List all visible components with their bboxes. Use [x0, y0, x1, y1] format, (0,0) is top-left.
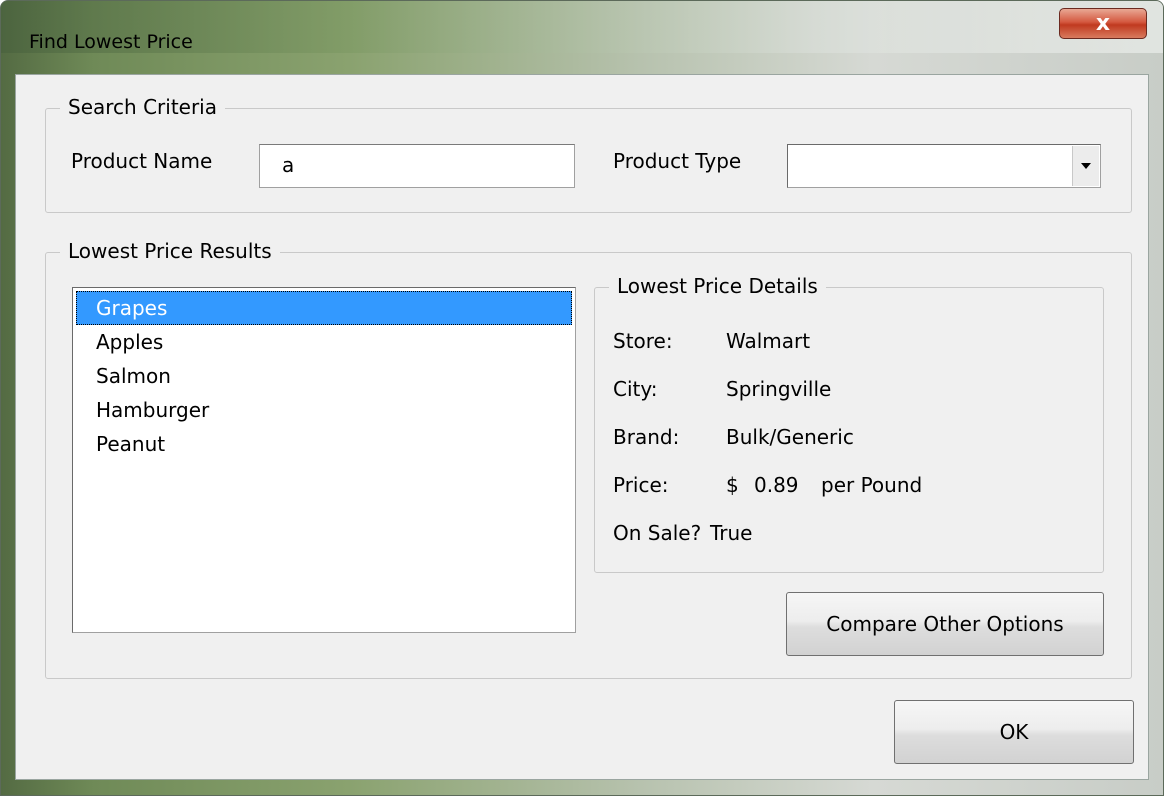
chevron-down-icon: [1081, 163, 1091, 169]
on-sale-value: True: [710, 521, 753, 545]
list-item[interactable]: Grapes: [76, 291, 572, 325]
list-item[interactable]: Peanut: [76, 427, 572, 461]
product-name-input[interactable]: a: [259, 144, 575, 188]
close-button[interactable]: x: [1059, 8, 1147, 39]
lowest-price-results-legend: Lowest Price Results: [60, 239, 280, 263]
dialog-window: Find Lowest Price x Search Criteria Prod…: [0, 0, 1164, 796]
product-type-label: Product Type: [613, 149, 742, 173]
brand-label: Brand:: [613, 425, 680, 449]
price-label: Price:: [613, 473, 669, 497]
price-unit: per Pound: [821, 473, 923, 497]
city-value: Springville: [726, 377, 832, 401]
city-label: City:: [613, 377, 658, 401]
ok-button[interactable]: OK: [894, 700, 1134, 764]
results-listbox[interactable]: Grapes Apples Salmon Hamburger Peanut: [72, 287, 576, 633]
results-list-items: Grapes Apples Salmon Hamburger Peanut: [76, 291, 572, 461]
list-item[interactable]: Hamburger: [76, 393, 572, 427]
title-bar[interactable]: Find Lowest Price x: [1, 1, 1163, 53]
close-icon: x: [1095, 11, 1111, 36]
price-currency: $: [726, 473, 739, 497]
lowest-price-details-legend: Lowest Price Details: [609, 274, 826, 298]
dialog-client-area: Search Criteria Product Name a Product T…: [15, 74, 1149, 780]
product-type-select[interactable]: [787, 144, 1101, 188]
window-title: Find Lowest Price: [29, 31, 193, 53]
on-sale-label: On Sale?: [613, 521, 702, 545]
store-value: Walmart: [726, 329, 811, 353]
compare-other-options-button[interactable]: Compare Other Options: [786, 592, 1104, 656]
price-value: 0.89: [754, 473, 799, 497]
list-item[interactable]: Apples: [76, 325, 572, 359]
brand-value: Bulk/Generic: [726, 425, 854, 449]
search-criteria-legend: Search Criteria: [60, 95, 225, 119]
product-name-label: Product Name: [71, 149, 213, 173]
store-label: Store:: [613, 329, 673, 353]
list-item[interactable]: Salmon: [76, 359, 572, 393]
product-type-dropdown-button[interactable]: [1072, 146, 1099, 186]
